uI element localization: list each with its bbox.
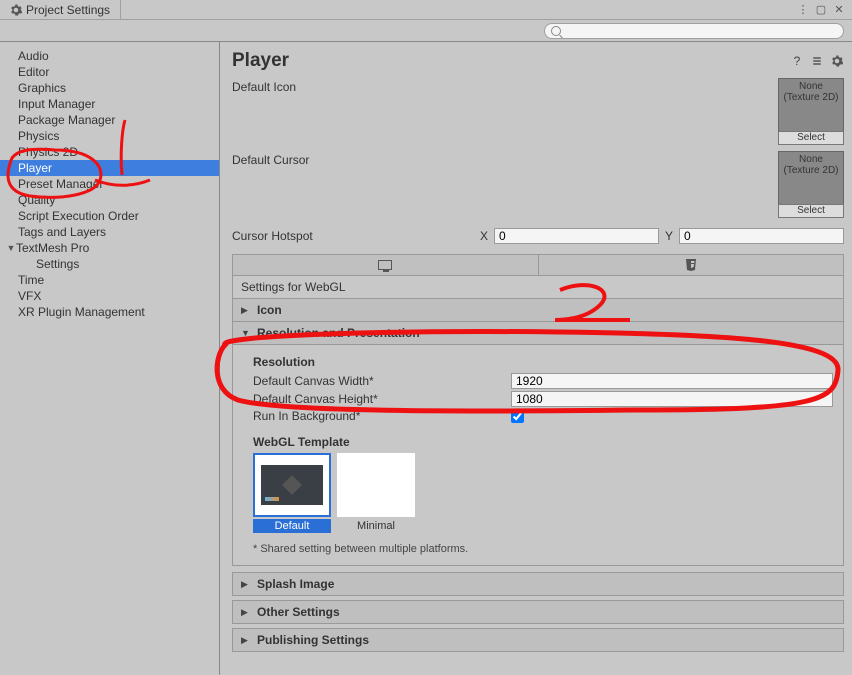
sidebar-item-package-manager[interactable]: Package Manager <box>0 112 219 128</box>
unity-logo-icon <box>282 475 302 495</box>
page-title: Player <box>232 50 790 72</box>
sidebar-item-tags-layers[interactable]: Tags and Layers <box>0 224 219 240</box>
settings-gear-icon[interactable] <box>830 54 844 68</box>
gear-icon <box>10 4 22 16</box>
template-minimal-label: Minimal <box>337 519 415 533</box>
icon-section-foldout[interactable]: ▶ Icon <box>232 299 844 322</box>
sidebar-item-quality[interactable]: Quality <box>0 192 219 208</box>
search-icon <box>551 26 561 36</box>
chevron-right-icon: ▶ <box>241 305 251 316</box>
template-default-thumb <box>253 453 331 517</box>
template-default-label: Default <box>253 519 331 533</box>
resolution-section-body: Resolution Default Canvas Width* Default… <box>232 345 844 566</box>
texture-thumbnail: None (Texture 2D) <box>778 78 844 132</box>
sidebar-item-preset-manager[interactable]: Preset Manager <box>0 176 219 192</box>
project-settings-window: Project Settings ▢ ✕ Audio Editor Graphi… <box>0 0 852 675</box>
canvas-height-label: Default Canvas Height* <box>253 392 511 406</box>
select-button[interactable]: Select <box>778 204 844 218</box>
search-input[interactable] <box>544 23 844 39</box>
default-icon-row: Default Icon None (Texture 2D) Select <box>232 78 844 145</box>
run-in-background-label: Run In Background* <box>253 409 511 423</box>
default-icon-label: Default Icon <box>232 78 492 94</box>
help-icon[interactable]: ? <box>790 54 804 68</box>
default-cursor-picker[interactable]: None (Texture 2D) Select <box>778 151 844 218</box>
x-label: X <box>478 229 490 243</box>
sidebar-item-tmp-settings[interactable]: Settings <box>0 256 219 272</box>
chevron-down-icon: ▼ <box>6 241 16 255</box>
select-button[interactable]: Select <box>778 131 844 145</box>
sidebar-item-player[interactable]: Player <box>0 160 219 176</box>
sidebar-item-script-execution-order[interactable]: Script Execution Order <box>0 208 219 224</box>
canvas-height-row: Default Canvas Height* <box>253 391 833 407</box>
canvas-height-input[interactable] <box>511 391 833 407</box>
sidebar-item-time[interactable]: Time <box>0 272 219 288</box>
default-icon-picker[interactable]: None (Texture 2D) Select <box>778 78 844 145</box>
resolution-section-title: Resolution and Presentation <box>257 326 420 340</box>
shared-setting-footnote: * Shared setting between multiple platfo… <box>253 543 833 555</box>
icon-section-title: Icon <box>257 303 282 317</box>
searchbar <box>0 20 852 42</box>
webgl-template-list: Default Minimal <box>253 453 833 533</box>
cursor-hotspot-x-input[interactable] <box>494 228 659 244</box>
cursor-hotspot-row: Cursor Hotspot X Y <box>232 228 844 244</box>
resolution-heading: Resolution <box>253 355 833 369</box>
y-label: Y <box>663 229 675 243</box>
settings-for-label: Settings for WebGL <box>232 276 844 299</box>
maximize-icon[interactable]: ▢ <box>814 3 828 17</box>
monitor-icon <box>378 260 392 270</box>
html5-icon <box>685 258 697 272</box>
close-icon[interactable]: ✕ <box>832 3 846 17</box>
publishing-settings-foldout[interactable]: ▶ Publishing Settings <box>232 628 844 652</box>
webgl-template-heading: WebGL Template <box>253 435 833 449</box>
chevron-right-icon: ▶ <box>241 579 251 590</box>
more-icon[interactable] <box>796 3 810 17</box>
default-cursor-label: Default Cursor <box>232 151 492 167</box>
canvas-width-row: Default Canvas Width* <box>253 373 833 389</box>
titlebar: Project Settings ▢ ✕ <box>0 0 852 20</box>
sidebar-item-audio[interactable]: Audio <box>0 48 219 64</box>
default-cursor-row: Default Cursor None (Texture 2D) Select <box>232 151 844 218</box>
template-default[interactable]: Default <box>253 453 331 533</box>
platform-tabs <box>232 254 844 276</box>
sidebar-item-vfx[interactable]: VFX <box>0 288 219 304</box>
run-in-background-row: Run In Background* <box>253 409 833 423</box>
window-controls: ▢ ✕ <box>796 3 852 17</box>
player-settings-panel: Player ? Default Icon Non <box>220 42 852 675</box>
sidebar-item-physics[interactable]: Physics <box>0 128 219 144</box>
body: Audio Editor Graphics Input Manager Pack… <box>0 42 852 675</box>
sidebar-item-xr[interactable]: XR Plugin Management <box>0 304 219 320</box>
template-minimal-thumb <box>337 453 415 517</box>
window-tab[interactable]: Project Settings <box>0 0 121 19</box>
window-tab-label: Project Settings <box>26 3 110 17</box>
sidebar-item-textmesh-pro[interactable]: ▼TextMesh Pro <box>0 240 219 256</box>
sidebar-item-graphics[interactable]: Graphics <box>0 80 219 96</box>
chevron-right-icon: ▶ <box>241 607 251 618</box>
collapsed-sections: ▶ Splash Image ▶ Other Settings ▶ Publis… <box>232 572 844 652</box>
resolution-section-foldout[interactable]: ▼ Resolution and Presentation <box>232 322 844 345</box>
template-minimal[interactable]: Minimal <box>337 453 415 533</box>
canvas-width-input[interactable] <box>511 373 833 389</box>
run-in-background-checkbox[interactable] <box>511 410 524 423</box>
sidebar-item-input-manager[interactable]: Input Manager <box>0 96 219 112</box>
settings-category-list: Audio Editor Graphics Input Manager Pack… <box>0 42 220 675</box>
texture-thumbnail: None (Texture 2D) <box>778 151 844 205</box>
platform-standalone-tab[interactable] <box>233 255 539 275</box>
panel-header: Player ? <box>232 50 844 72</box>
chevron-down-icon: ▼ <box>241 328 251 338</box>
sidebar-item-editor[interactable]: Editor <box>0 64 219 80</box>
cursor-hotspot-label: Cursor Hotspot <box>232 229 474 243</box>
cursor-hotspot-y-input[interactable] <box>679 228 844 244</box>
preset-icon[interactable] <box>810 54 824 68</box>
splash-image-foldout[interactable]: ▶ Splash Image <box>232 572 844 596</box>
chevron-right-icon: ▶ <box>241 635 251 646</box>
sidebar-item-physics2d[interactable]: Physics 2D <box>0 144 219 160</box>
canvas-width-label: Default Canvas Width* <box>253 374 511 388</box>
other-settings-foldout[interactable]: ▶ Other Settings <box>232 600 844 624</box>
platform-webgl-tab[interactable] <box>539 255 844 275</box>
